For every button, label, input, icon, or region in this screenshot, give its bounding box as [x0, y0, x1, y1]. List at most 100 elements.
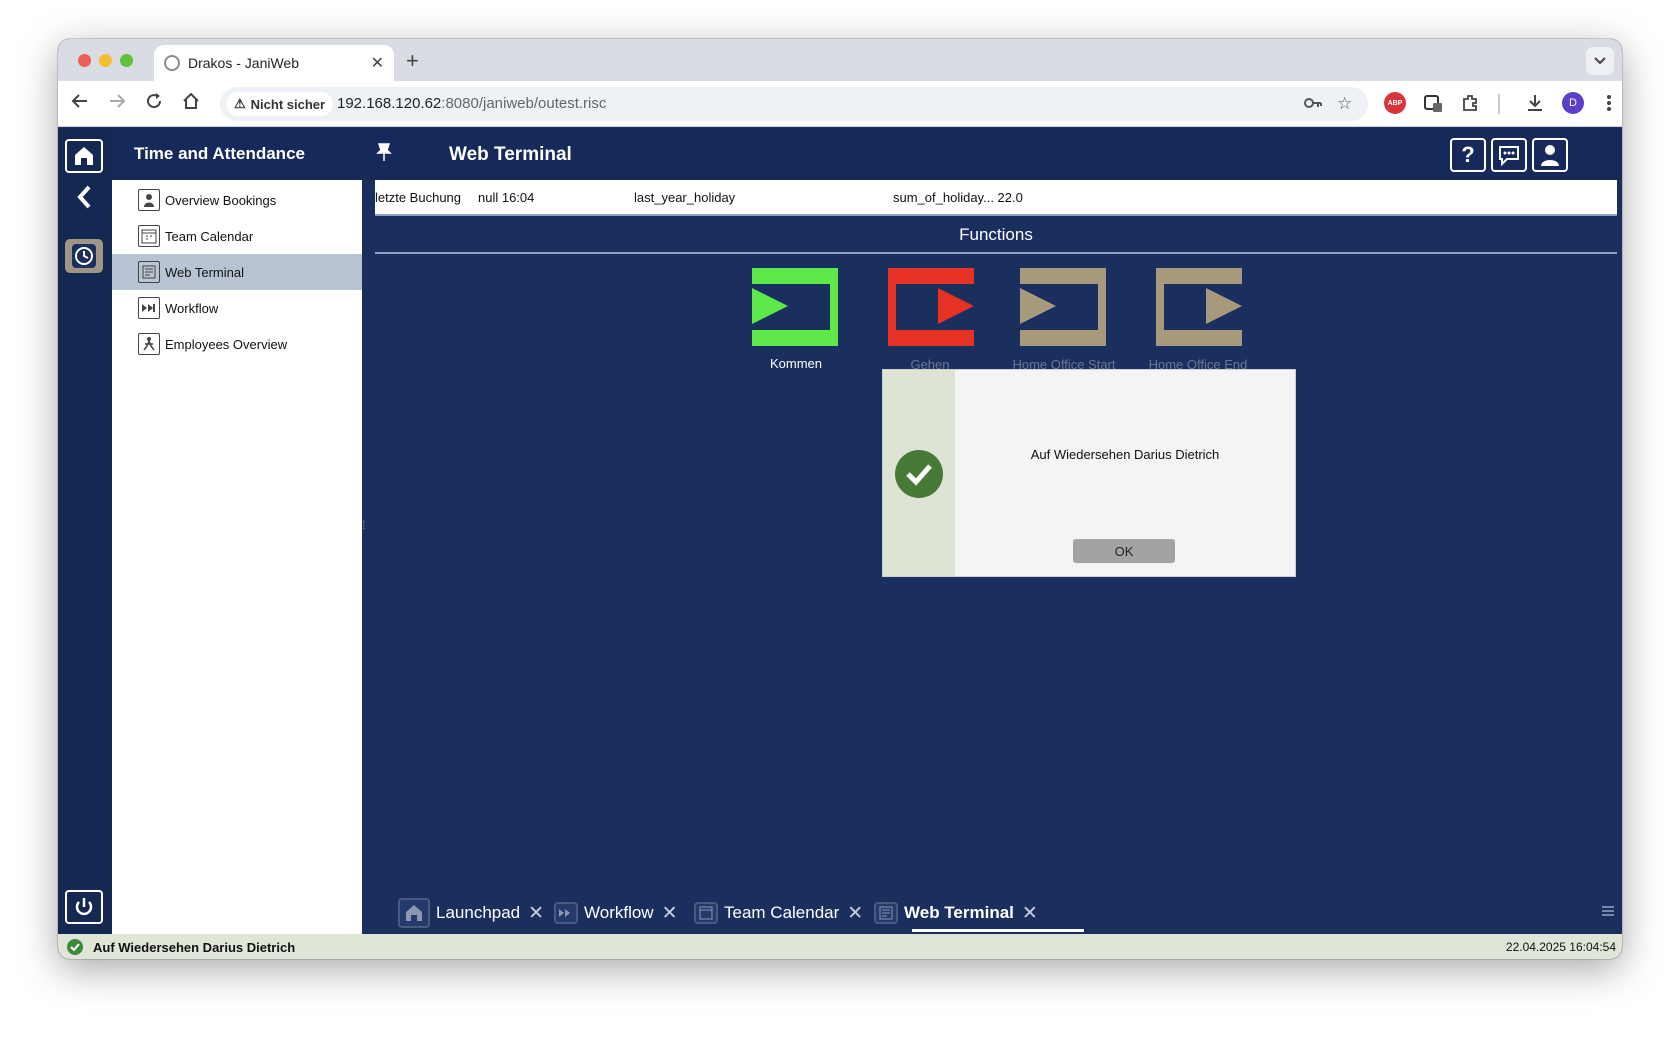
- browser-toolbar: ⚠ Nicht sicher 192.168.120.62:8080/janiw…: [58, 81, 1622, 127]
- pin-icon[interactable]: [376, 142, 392, 167]
- status-timestamp: 22.04.2025 16:04:54: [1505, 940, 1616, 954]
- tab-launchpad[interactable]: Launchpad ✕: [398, 897, 544, 929]
- toolbar-divider: [1498, 94, 1500, 114]
- hamburger-menu-icon[interactable]: [1602, 903, 1614, 919]
- back-chevron-icon[interactable]: [72, 182, 98, 212]
- sidebar-item-label: Web Terminal: [165, 264, 244, 280]
- kommen-button[interactable]: [748, 264, 844, 350]
- close-tab-icon[interactable]: ✕: [528, 902, 544, 925]
- tab-workflow[interactable]: Workflow ✕: [554, 897, 678, 929]
- page-title: Web Terminal: [449, 144, 572, 165]
- back-arrow-icon[interactable]: [68, 92, 92, 116]
- tab-label: Launchpad: [436, 903, 521, 922]
- url-path: :8080/janiweb/outest.risc: [441, 95, 607, 112]
- sidebar-item-label: Workflow: [165, 300, 219, 316]
- gehen-button[interactable]: [882, 264, 978, 350]
- address-bar[interactable]: ⚠ Nicht sicher 192.168.120.62:8080/janiw…: [220, 87, 1368, 121]
- divider: [375, 252, 1617, 254]
- reload-icon[interactable]: [142, 92, 166, 116]
- success-icon: [67, 939, 83, 955]
- sidebar-item-overview-bookings[interactable]: Overview Bookings: [112, 182, 362, 218]
- new-tab-button[interactable]: +: [406, 48, 419, 74]
- forward-arrow-icon[interactable]: [105, 92, 129, 116]
- workflow-icon: [554, 902, 578, 924]
- last-year-holiday-field: last_year_holiday: [634, 190, 736, 205]
- puzzle-icon[interactable]: [1459, 92, 1481, 114]
- close-tab-icon[interactable]: ✕: [371, 53, 384, 73]
- employees-icon: [138, 333, 160, 355]
- chat-button[interactable]: [1491, 138, 1527, 172]
- booking-info-bar: letzte Buchung null 16:04 last_year_holi…: [375, 180, 1617, 214]
- home-icon: [398, 898, 430, 928]
- bookmark-star-icon[interactable]: ☆: [1337, 94, 1352, 114]
- sidebar-item-label: Team Calendar: [165, 228, 254, 244]
- dialog-icon-panel: [883, 370, 955, 576]
- favicon-icon: [164, 55, 180, 71]
- tab-web-terminal[interactable]: Web Terminal ✕: [874, 897, 1038, 929]
- security-chip[interactable]: ⚠ Nicht sicher: [226, 92, 334, 116]
- close-window-button[interactable]: [78, 54, 91, 67]
- tab-team-calendar[interactable]: Team Calendar ✕: [694, 897, 863, 929]
- sidebar-item-employees-overview[interactable]: Employees Overview: [112, 326, 362, 362]
- home-icon: [75, 147, 93, 165]
- terminal-icon: [138, 261, 160, 283]
- sidebar-item-label: Employees Overview: [165, 336, 288, 352]
- sidebar-item-web-terminal[interactable]: Web Terminal: [112, 254, 362, 290]
- close-tab-icon[interactable]: ✕: [662, 902, 678, 925]
- app-area: Time and Attendance Web Terminal ? Overv…: [58, 128, 1622, 934]
- tab-search-icon[interactable]: [1586, 47, 1614, 75]
- help-button[interactable]: ?: [1450, 138, 1486, 172]
- home-icon[interactable]: [179, 92, 203, 116]
- adblock-extension-icon[interactable]: ABP: [1384, 92, 1406, 114]
- sidebar-splitter-handle[interactable]: ⁞: [362, 518, 365, 532]
- bottom-tab-bar: Launchpad ✕ Workflow ✕ Team Calendar ✕ W…: [375, 889, 1622, 934]
- user-icon: [1541, 145, 1559, 166]
- terminal-icon: [874, 902, 898, 924]
- home-office-start-button[interactable]: [1016, 264, 1112, 350]
- active-tab-indicator: [912, 929, 1084, 932]
- bookings-icon: [138, 189, 160, 211]
- close-tab-icon[interactable]: ✕: [847, 902, 863, 925]
- logout-button[interactable]: [65, 890, 103, 924]
- ok-button[interactable]: OK: [1073, 539, 1175, 563]
- divider: [375, 214, 1617, 216]
- browser-window: Drakos - JaniWeb ✕ + ⚠ Nicht sicher 192.…: [58, 39, 1622, 959]
- extension-icon[interactable]: [1422, 92, 1444, 114]
- calendar-icon: [138, 225, 160, 247]
- last-booking-value: null 16:04: [478, 190, 535, 205]
- profile-avatar[interactable]: D: [1562, 92, 1584, 114]
- kebab-menu-icon[interactable]: [1598, 92, 1620, 114]
- key-icon[interactable]: [1303, 94, 1323, 117]
- clock-icon: [72, 244, 96, 268]
- tab-label: Web Terminal: [904, 903, 1014, 922]
- user-profile-button[interactable]: [1532, 138, 1568, 172]
- functions-title: Functions: [959, 225, 1033, 244]
- left-rail: [58, 128, 112, 934]
- time-attendance-button[interactable]: [65, 239, 103, 273]
- tab-label: Workflow: [584, 903, 654, 922]
- kommen-icon: [752, 268, 838, 346]
- help-icon: ?: [1461, 142, 1475, 167]
- last-booking-label: letzte Buchung: [375, 190, 462, 205]
- home-button[interactable]: [65, 139, 103, 173]
- browser-tab[interactable]: Drakos - JaniWeb ✕: [154, 45, 394, 81]
- maximize-window-button[interactable]: [120, 54, 133, 67]
- warning-icon: ⚠: [234, 96, 246, 111]
- close-tab-icon[interactable]: ✕: [1022, 902, 1038, 925]
- home-office-end-button[interactable]: [1150, 264, 1246, 350]
- download-icon[interactable]: [1524, 92, 1546, 114]
- url-host: 192.168.120.62: [337, 95, 442, 112]
- sidebar-item-team-calendar[interactable]: Team Calendar: [112, 218, 362, 254]
- confirmation-dialog: Auf Wiedersehen Darius Dietrich OK: [882, 369, 1296, 577]
- dialog-message: Auf Wiedersehen Darius Dietrich: [1030, 447, 1220, 462]
- sidebar-item-label: Overview Bookings: [165, 192, 277, 208]
- home-office-start-icon: [1020, 268, 1106, 346]
- security-label: Nicht sicher: [250, 96, 326, 112]
- tab-label: Team Calendar: [724, 903, 840, 922]
- minimize-window-button[interactable]: [99, 54, 112, 67]
- url-text[interactable]: 192.168.120.62:8080/janiweb/outest.risc: [337, 95, 606, 112]
- sidebar: Overview Bookings Team Calendar Web Term…: [112, 180, 362, 934]
- chat-icon: [1499, 146, 1519, 166]
- check-icon: [895, 450, 943, 498]
- sidebar-item-workflow[interactable]: Workflow: [112, 290, 362, 326]
